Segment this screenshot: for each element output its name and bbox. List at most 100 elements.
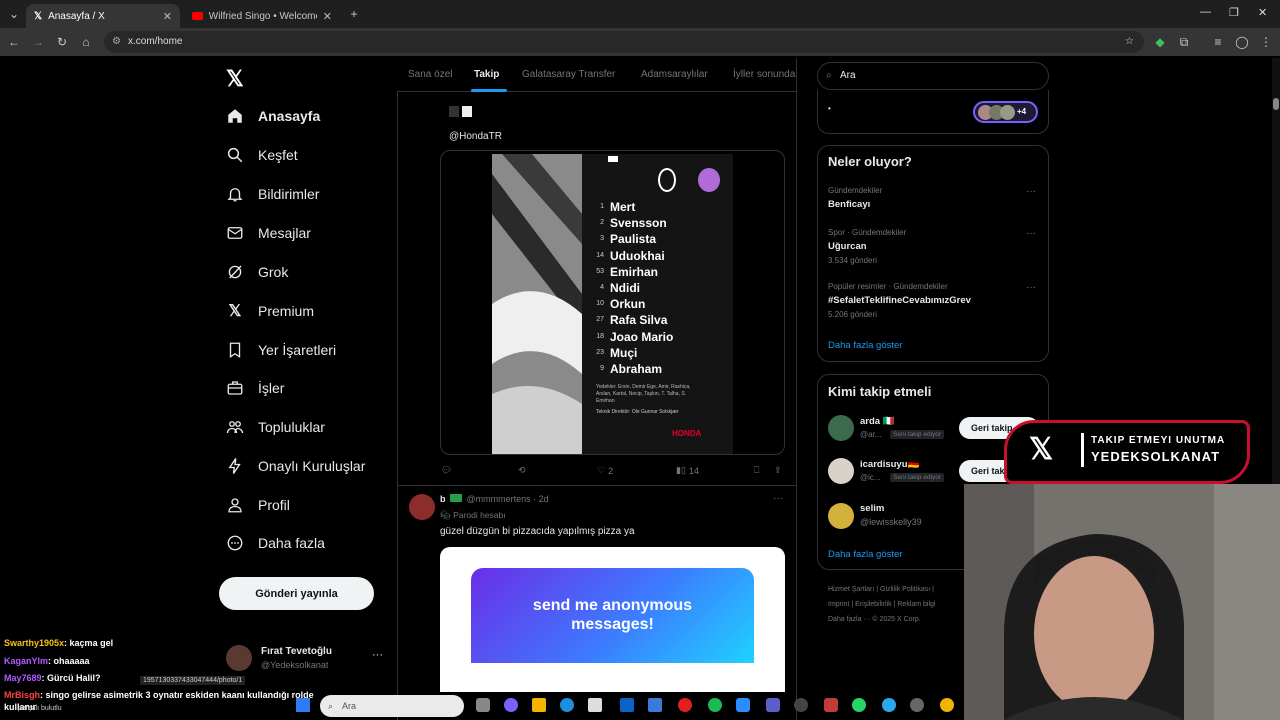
bookmark-button[interactable]: ⎕ — [754, 465, 759, 476]
extensions-icon[interactable]: ⧉ — [1176, 34, 1192, 50]
tweet-author-avatar[interactable] — [409, 494, 435, 520]
menu-icon[interactable]: ⋮ — [1258, 34, 1274, 50]
nav-topluluklar[interactable]: Topluluklar — [226, 412, 325, 442]
opera-icon[interactable] — [678, 698, 692, 712]
tab-galatasaray-transfer[interactable]: Galatasaray Transfer — [522, 69, 615, 80]
app-icon[interactable] — [824, 698, 838, 712]
nav-yer-isaretleri[interactable]: Yer İşaretleri — [226, 335, 336, 365]
nav-bildirimler[interactable]: Bildirimler — [226, 179, 319, 209]
x-logo-icon[interactable]: 𝕏 — [226, 66, 244, 92]
copilot-icon[interactable] — [504, 698, 518, 712]
trends-show-more-link[interactable]: Daha fazla göster — [828, 340, 902, 351]
views-button[interactable]: ▮▯ 14 — [676, 465, 699, 476]
footer-links[interactable]: Daha fazla ··· © 2025 X Corp. — [828, 616, 921, 623]
footer-links[interactable]: Imprint | Erişilebilirlik | Reklam bilgi — [828, 601, 936, 608]
windows-start-icon[interactable] — [296, 698, 310, 712]
who-show-more-link[interactable]: Daha fazla göster — [828, 549, 902, 560]
chrome-icon[interactable] — [940, 698, 954, 712]
minimize-icon[interactable]: — — [1200, 6, 1211, 18]
outlook-icon[interactable] — [620, 698, 634, 712]
tab-adamsaraylilar[interactable]: Adamsaraylılar — [641, 69, 708, 80]
trend-name[interactable]: Benficayı — [828, 199, 870, 210]
avatar — [226, 645, 252, 671]
trend-more-icon[interactable]: ··· — [1026, 228, 1036, 239]
avatar[interactable] — [828, 458, 854, 484]
scrollbar-thumb[interactable] — [1273, 98, 1279, 110]
task-view-icon[interactable] — [476, 698, 490, 712]
file-explorer-icon[interactable] — [532, 698, 546, 712]
back-icon[interactable]: ← — [6, 34, 22, 50]
whatsapp-icon[interactable] — [852, 698, 866, 712]
maximize-icon[interactable]: ❐ — [1229, 6, 1239, 19]
taskbar-search-placeholder: Ara — [342, 701, 357, 711]
tweet-author-line: b @mmmmertens · 2d — [440, 494, 549, 504]
home-page-icon[interactable]: ⌂ — [78, 34, 94, 50]
forward-icon[interactable]: → — [30, 34, 46, 50]
profile-icon[interactable]: ◯ — [1234, 34, 1250, 50]
trend-name[interactable]: #SefaletTeklifineCevabımızGrev — [828, 295, 971, 306]
parody-label: Parodi hesabı — [453, 510, 506, 520]
telegram-icon[interactable] — [882, 698, 896, 712]
playlist-icon[interactable]: ≡ — [1210, 34, 1226, 50]
nav-label: Topluluklar — [258, 419, 325, 435]
avatar[interactable] — [828, 415, 854, 441]
bookmark-star-icon[interactable]: ☆ — [1125, 31, 1134, 53]
mention-link[interactable]: @HondaTR — [449, 131, 502, 142]
address-bar[interactable]: ⚙ x.com/home ☆ — [104, 31, 1144, 53]
app-icon[interactable] — [736, 698, 750, 712]
nav-daha-fazla[interactable]: Daha fazla — [226, 528, 325, 558]
site-info-icon[interactable]: ⚙ — [112, 31, 121, 53]
reload-icon[interactable]: ↻ — [54, 34, 70, 50]
account-switcher[interactable]: Fırat Tevetoğlu @Yedeksolkanat ··· — [226, 643, 386, 677]
tab-search-icon[interactable]: ⌄ — [6, 6, 22, 22]
tab-wilfried[interactable]: Wilfried Singo • Welcome to G... ✕ — [184, 4, 340, 28]
search-input[interactable]: ⌕ Ara — [817, 62, 1049, 90]
close-tab-icon[interactable]: ✕ — [323, 10, 332, 23]
taskbar-search[interactable]: ⌕ Ara — [320, 695, 464, 717]
more-icon[interactable]: ··· — [372, 649, 383, 661]
tweet-author-name[interactable]: b — [440, 494, 446, 504]
nav-grok[interactable]: Grok — [226, 257, 288, 287]
trend-more-icon[interactable]: ··· — [1026, 282, 1036, 293]
retweet-button[interactable]: ⟲ — [518, 465, 526, 476]
spotify-icon[interactable] — [708, 698, 722, 712]
shield-icon[interactable]: ◆ — [1152, 34, 1168, 50]
suggest-name[interactable]: arda 🇮🇹 — [860, 416, 895, 427]
nav-onayli-kuruluslar[interactable]: Onaylı Kuruluşlar — [226, 451, 365, 481]
app-icon[interactable] — [910, 698, 924, 712]
trend-name[interactable]: Uğurcan — [828, 241, 867, 252]
reply-button[interactable]: 💬︎ — [441, 465, 452, 476]
tab-anasayfa[interactable]: 𝕏 Anasayfa / X ✕ — [26, 4, 180, 28]
tweet-author-handle[interactable]: @mmmmertens · 2d — [467, 494, 549, 504]
app-icon[interactable] — [648, 698, 662, 712]
avatar[interactable] — [828, 503, 854, 529]
nav-isler[interactable]: İşler — [226, 373, 284, 403]
suggest-name[interactable]: icardisuyu🇩🇪 — [860, 459, 919, 470]
live-avatars[interactable]: +4 — [973, 101, 1038, 123]
window-close-icon[interactable]: ✕ — [1258, 6, 1267, 19]
edge-icon[interactable] — [560, 698, 574, 712]
tweet-more-icon[interactable]: ··· — [773, 493, 783, 504]
trend-more-icon[interactable]: ··· — [1026, 186, 1036, 197]
tab-iyller-sonunda[interactable]: İyller sonunda — [733, 69, 795, 80]
like-button[interactable]: ♡ 2 — [597, 465, 613, 476]
post-button[interactable]: Gönderi yayınla — [219, 577, 374, 610]
lineup-image[interactable]: 1 Mert 2 Svensson 3 Paulista 14 Uduokhai 53 Emirh… — [492, 154, 733, 454]
close-tab-icon[interactable]: ✕ — [163, 10, 172, 23]
flag-icon — [450, 494, 463, 502]
tab-takip[interactable]: Takip — [474, 69, 499, 80]
tweet-media[interactable]: send me anonymous messages! — [440, 547, 785, 692]
new-tab-icon[interactable]: + — [346, 6, 362, 22]
teams-icon[interactable] — [766, 698, 780, 712]
nav-premium[interactable]: 𝕏 Premium — [226, 296, 314, 326]
tab-sana-ozel[interactable]: Sana özel — [408, 69, 452, 80]
share-button[interactable]: ⇪ — [774, 465, 782, 476]
suggest-name[interactable]: selim — [860, 503, 884, 514]
nav-profil[interactable]: Profil — [226, 490, 290, 520]
store-icon[interactable] — [588, 698, 602, 712]
settings-icon[interactable] — [794, 698, 808, 712]
nav-mesajlar[interactable]: Mesajlar — [226, 218, 311, 248]
footer-links[interactable]: Hizmet Şartları | Gizlilik Politikası | — [828, 586, 934, 593]
nav-anasayfa[interactable]: Anasayfa — [226, 101, 320, 131]
nav-kesfet[interactable]: Keşfet — [226, 140, 298, 170]
